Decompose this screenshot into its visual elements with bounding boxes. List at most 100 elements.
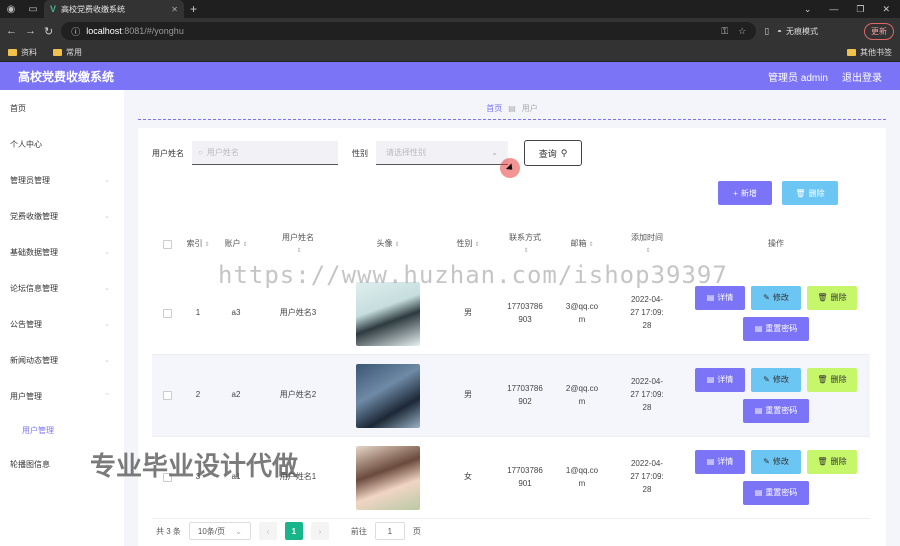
header-label: 操作 bbox=[768, 238, 784, 248]
sidebar-item-admins[interactable]: 管理员管理 ⌄ bbox=[0, 162, 124, 198]
url-path: :8081/#/yonghu bbox=[121, 26, 184, 36]
sort-icon[interactable]: ⇕ bbox=[645, 246, 650, 257]
delete-button[interactable]: 🗑 删除 bbox=[807, 450, 857, 474]
star-icon[interactable]: ☆ bbox=[738, 26, 746, 37]
trash-icon: 🗑 bbox=[817, 456, 828, 466]
sidebar-panel-icon[interactable]: ▯ bbox=[764, 26, 769, 37]
sidebar-item-label: 公告管理 bbox=[10, 319, 42, 329]
sidebar-item-label: 用户管理 bbox=[10, 391, 42, 401]
email-line: 3@qq.co bbox=[565, 301, 599, 311]
folder-icon bbox=[53, 49, 62, 56]
tab-title: 高校党费收缴系统 bbox=[61, 4, 126, 14]
detail-button[interactable]: ▤ 详情 bbox=[695, 368, 745, 392]
time-line: 27 17:09: bbox=[630, 308, 664, 318]
sidebar-item-label: 个人中心 bbox=[10, 139, 42, 149]
back-icon[interactable]: ← bbox=[6, 25, 17, 37]
edit-button[interactable]: ✎ 修改 bbox=[751, 450, 801, 474]
close-tab-icon[interactable]: ✕ bbox=[171, 5, 178, 14]
sort-icon[interactable]: ⇕ bbox=[588, 242, 593, 248]
delete-button[interactable]: 🗑 删除 bbox=[807, 286, 857, 310]
avatar[interactable] bbox=[356, 363, 420, 428]
sidebar-item-forum[interactable]: 论坛信息管理 ⌄ bbox=[0, 270, 124, 306]
goto-page-input[interactable]: 1 bbox=[374, 522, 405, 540]
minimize-icon[interactable]: — bbox=[829, 4, 838, 15]
sidebar-item-basic-data[interactable]: 基础数据管理 ⌄ bbox=[0, 234, 124, 270]
new-tab-icon[interactable]: + bbox=[190, 2, 197, 16]
header-index[interactable]: 索引 ⇕ bbox=[182, 215, 214, 273]
sidebar-item-home[interactable]: 首页 bbox=[0, 90, 124, 126]
sort-icon[interactable]: ⇕ bbox=[523, 246, 528, 257]
chevron-up-icon: ⌃ bbox=[104, 393, 110, 400]
detail-button[interactable]: ▤ 详情 bbox=[695, 286, 745, 310]
reload-icon[interactable]: ↻ bbox=[44, 25, 53, 38]
tab-strip-icon[interactable]: ▭ bbox=[22, 4, 44, 15]
sort-icon[interactable]: ⇕ bbox=[204, 242, 209, 248]
row-checkbox[interactable] bbox=[162, 391, 172, 400]
other-bookmarks[interactable]: 其他书签 bbox=[847, 47, 892, 58]
site-info-icon[interactable]: ⓘ bbox=[71, 25, 80, 38]
time-line: 2022-04- bbox=[630, 295, 664, 305]
sort-icon[interactable]: ⇕ bbox=[474, 242, 479, 248]
trash-icon: 🗑 bbox=[795, 188, 806, 198]
query-button[interactable]: 查询 ⚲ bbox=[524, 140, 582, 166]
avatar[interactable] bbox=[356, 281, 420, 346]
reset-password-button[interactable]: ▤ 重置密码 bbox=[743, 399, 809, 423]
sidebar-item-profile[interactable]: 个人中心 bbox=[0, 126, 124, 162]
edit-button[interactable]: ✎ 修改 bbox=[751, 368, 801, 392]
delete-button[interactable]: 🗑 删除 bbox=[807, 368, 857, 392]
page-unit-label: 页 bbox=[412, 526, 421, 536]
chevron-down-icon: ⌄ bbox=[104, 213, 110, 220]
avatar[interactable] bbox=[356, 445, 420, 510]
breadcrumb-home[interactable]: 首页 bbox=[486, 103, 502, 114]
chevron-down-icon: ⌄ bbox=[104, 285, 110, 292]
sidebar-subitem-user-management[interactable]: 用户管理 bbox=[0, 414, 124, 446]
logout-link[interactable]: 退出登录 bbox=[842, 69, 882, 84]
maximize-icon[interactable]: ❐ bbox=[856, 4, 864, 15]
key-icon[interactable]: ⚿ bbox=[721, 26, 728, 37]
phone-line: 901 bbox=[518, 478, 532, 488]
sort-icon[interactable]: ⇕ bbox=[394, 242, 399, 248]
update-button[interactable]: 更新 bbox=[864, 22, 894, 40]
edit-button[interactable]: ✎ 修改 bbox=[751, 286, 801, 310]
select-all-checkbox[interactable] bbox=[162, 239, 172, 249]
reset-password-button[interactable]: ▤ 重置密码 bbox=[743, 317, 809, 341]
next-page-button[interactable]: › bbox=[310, 522, 329, 540]
admin-label: 管理员 admin bbox=[767, 72, 828, 84]
chrome-icon[interactable]: ◉ bbox=[0, 4, 22, 15]
bookmark-label: 其他书签 bbox=[860, 48, 892, 57]
sidebar-item-fees[interactable]: 党费收缴管理 ⌄ bbox=[0, 198, 124, 234]
bookmark-folder[interactable]: 常用 bbox=[53, 47, 82, 58]
page-size-select[interactable]: 10条/页 ⌄ bbox=[188, 522, 251, 540]
sidebar-item-news[interactable]: 新闻动态管理 ⌄ bbox=[0, 342, 124, 378]
breadcrumb: 首页 ▤ 用户 bbox=[138, 98, 886, 120]
detail-button[interactable]: ▤ 详情 bbox=[695, 450, 745, 474]
page-number-current[interactable]: 1 bbox=[284, 522, 303, 540]
ops-cell: ▤ 详情 ✎ 修改 🗑 删除 ▤ 重置密码 bbox=[682, 437, 870, 518]
sex-select[interactable]: 请选择性别 ⌄ bbox=[376, 141, 508, 165]
detail-label: 详情 bbox=[717, 456, 734, 466]
detail-icon: ▤ bbox=[706, 456, 715, 466]
reset-password-button[interactable]: ▤ 重置密码 bbox=[743, 481, 809, 505]
add-button[interactable]: + 新增 bbox=[718, 181, 772, 205]
chevron-down-icon: ⌄ bbox=[491, 148, 498, 157]
bookmark-folder[interactable]: 资料 bbox=[8, 47, 37, 58]
sidebar-item-label: 首页 bbox=[10, 103, 26, 113]
name-search-input[interactable]: ○ 用户姓名 bbox=[192, 141, 338, 165]
sort-icon[interactable]: ⇕ bbox=[296, 246, 301, 257]
batch-delete-button[interactable]: 🗑 删除 bbox=[782, 181, 838, 205]
browser-tab[interactable]: V 高校党费收缴系统 ✕ bbox=[44, 0, 184, 18]
row-checkbox[interactable] bbox=[162, 309, 172, 318]
sort-icon[interactable]: ⇕ bbox=[242, 242, 247, 248]
sidebar-item-label: 论坛信息管理 bbox=[10, 283, 58, 293]
time-line: 27 17:09: bbox=[630, 472, 664, 482]
sidebar-item-users[interactable]: 用户管理 ⌃ bbox=[0, 378, 124, 414]
header-label: 联系方式 bbox=[509, 233, 541, 243]
chevron-down-icon[interactable]: ⌄ bbox=[804, 4, 812, 15]
prev-page-button[interactable]: ‹ bbox=[258, 522, 277, 540]
incognito-indicator[interactable]: ◓ 无痕模式 bbox=[777, 26, 818, 37]
sidebar-item-notices[interactable]: 公告管理 ⌄ bbox=[0, 306, 124, 342]
forward-icon[interactable]: → bbox=[25, 25, 36, 37]
close-window-icon[interactable]: ✕ bbox=[882, 4, 890, 15]
header-label: 添加时间 bbox=[631, 233, 663, 243]
url-input[interactable]: ⓘ localhost:8081/#/yonghu ⚿ ☆ bbox=[61, 22, 757, 40]
